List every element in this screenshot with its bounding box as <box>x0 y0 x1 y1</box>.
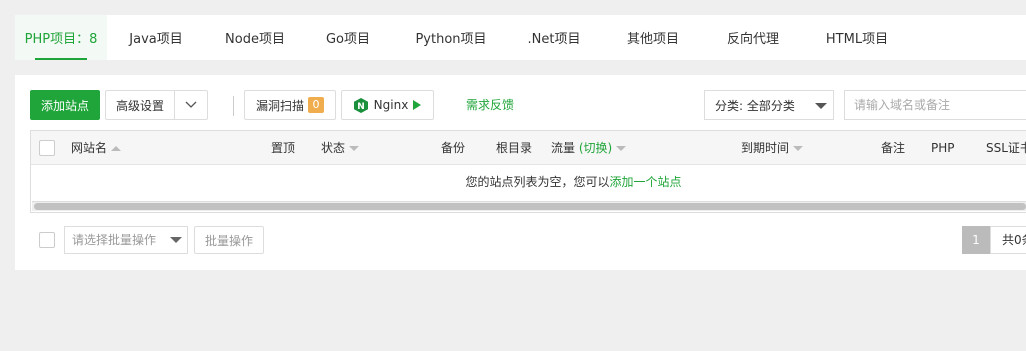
col-pin: 置顶 <box>271 141 296 155</box>
feedback-link[interactable]: 需求反馈 <box>466 90 514 120</box>
caret-down-icon <box>815 103 827 109</box>
toolbar-divider <box>233 96 234 116</box>
project-tabs: PHP项目：8 Java项目 Node项目 Go项目 Python项目 .Net… <box>15 15 1026 60</box>
vuln-scan-label: 漏洞扫描 <box>255 98 304 113</box>
empty-text: 您的站点列表为空，您可以 <box>465 175 610 189</box>
site-table: 网站名 置顶 状态 备份 根目录 流量 (切换) 到期时间 备注 PHP SSL… <box>30 130 1026 213</box>
tab-html[interactable]: HTML项目 <box>797 15 917 60</box>
batch-select-placeholder: 请选择批量操作 <box>72 233 157 247</box>
horizontal-scrollbar[interactable] <box>32 201 1026 211</box>
vuln-scan-button[interactable]: 漏洞扫描 0 <box>244 90 336 120</box>
select-all-checkbox[interactable] <box>39 140 55 156</box>
col-status-label: 状态 <box>321 141 346 155</box>
table-header: 网站名 置顶 状态 备份 根目录 流量 (切换) 到期时间 备注 PHP SSL… <box>31 131 1026 165</box>
vuln-count-badge: 0 <box>308 97 324 113</box>
advanced-settings-button[interactable]: 高级设置 <box>105 90 175 120</box>
tab-dotnet[interactable]: .Net项目 <box>511 15 597 60</box>
page-current[interactable]: 1 <box>962 226 990 254</box>
caret-down-icon <box>170 237 182 243</box>
col-remark: 备注 <box>881 141 906 155</box>
tab-go[interactable]: Go项目 <box>305 15 391 60</box>
sort-asc-icon <box>111 145 122 151</box>
sort-icon <box>349 145 360 151</box>
category-select-value: 分类: 全部分类 <box>715 98 795 113</box>
category-select[interactable]: 分类: 全部分类 <box>704 90 834 120</box>
tab-other[interactable]: 其他项目 <box>597 15 709 60</box>
nginx-logo-icon: N <box>353 97 368 113</box>
col-site-name-label: 网站名 <box>71 141 108 155</box>
sort-icon <box>616 145 627 151</box>
advanced-settings-dropdown[interactable] <box>174 90 208 120</box>
col-php: PHP <box>931 141 955 155</box>
col-ssl: SSL证书 <box>986 141 1026 155</box>
add-site-button[interactable]: 添加站点 <box>30 90 100 120</box>
batch-operation-button[interactable]: 批量操作 <box>194 226 264 254</box>
col-expiry[interactable]: 到期时间 <box>741 131 804 165</box>
batch-operation-select[interactable]: 请选择批量操作 <box>64 226 188 254</box>
col-site-name[interactable]: 网站名 <box>71 131 122 165</box>
sort-icon <box>793 145 804 151</box>
tab-node[interactable]: Node项目 <box>205 15 305 60</box>
col-traffic-label: 流量 <box>551 141 576 155</box>
scrollbar-thumb[interactable] <box>34 203 1026 210</box>
tab-reverse-proxy[interactable]: 反向代理 <box>709 15 797 60</box>
toolbar: 添加站点 高级设置 漏洞扫描 0 N Nginx 需求反馈 分类: 全部分类 <box>30 90 1026 120</box>
page-total: 共0条 <box>990 226 1026 254</box>
add-site-link[interactable]: 添加一个站点 <box>610 175 682 189</box>
empty-message: 您的站点列表为空，您可以添加一个站点 <box>31 165 1026 199</box>
col-status[interactable]: 状态 <box>321 131 360 165</box>
tab-java[interactable]: Java项目 <box>107 15 205 60</box>
tab-php[interactable]: PHP项目：8 <box>15 15 107 60</box>
col-traffic[interactable]: 流量 (切换) <box>551 131 627 165</box>
col-root: 根目录 <box>496 141 533 155</box>
play-icon <box>413 100 422 110</box>
search-input[interactable] <box>844 90 1026 120</box>
chevron-down-icon <box>185 101 197 108</box>
col-backup: 备份 <box>441 141 466 155</box>
footer-select-all-checkbox[interactable] <box>39 232 55 248</box>
site-list-panel: 添加站点 高级设置 漏洞扫描 0 N Nginx 需求反馈 分类: 全部分类 网… <box>15 75 1026 270</box>
traffic-switch-link[interactable]: (切换) <box>579 131 612 165</box>
nginx-label: Nginx <box>373 98 409 112</box>
nginx-button[interactable]: N Nginx <box>341 90 434 120</box>
tab-python[interactable]: Python项目 <box>391 15 511 60</box>
col-expiry-label: 到期时间 <box>741 141 790 155</box>
svg-text:N: N <box>357 102 365 112</box>
table-footer: 请选择批量操作 批量操作 1 共0条 <box>30 226 1026 254</box>
